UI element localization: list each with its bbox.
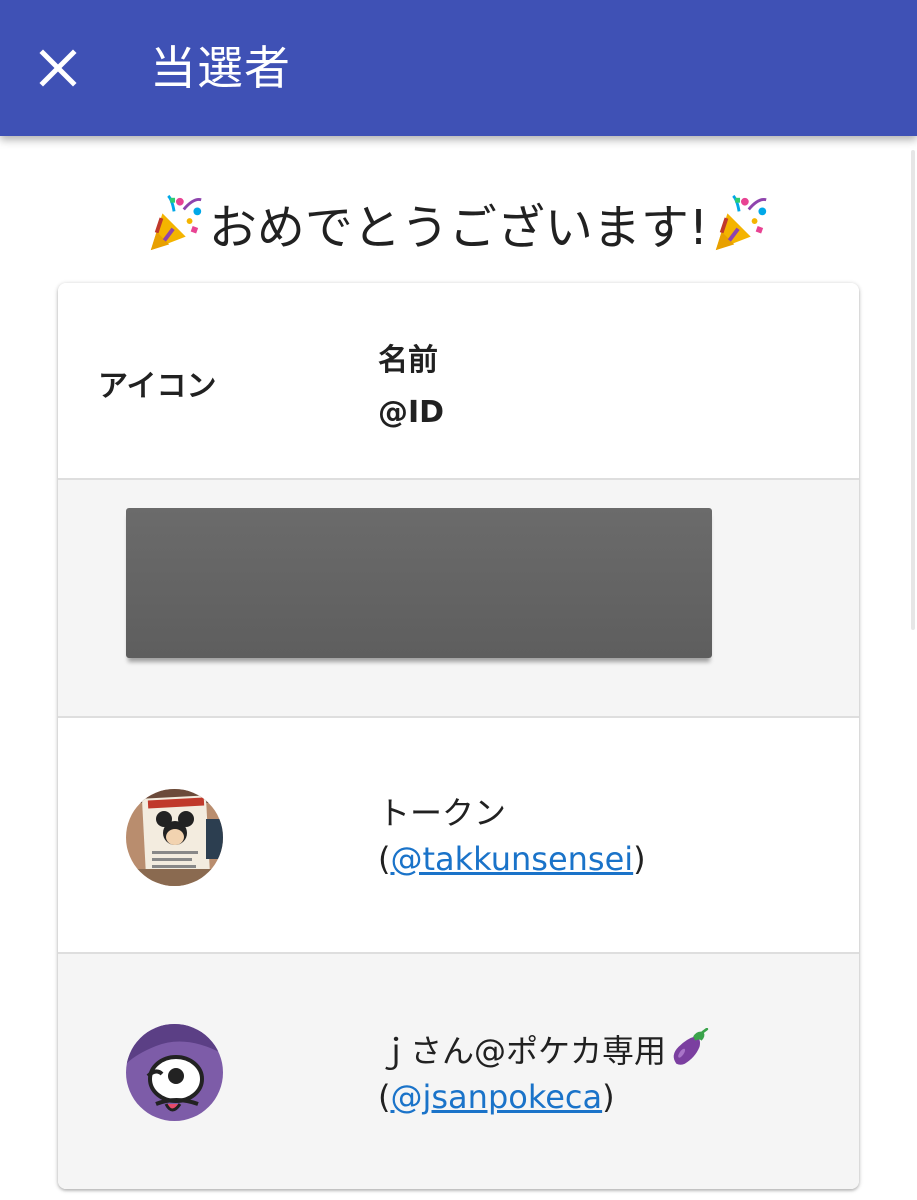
- table-header: アイコン 名前 @ID: [58, 283, 859, 478]
- winner-id: (@jsanpokeca): [378, 1078, 615, 1116]
- page-title: 当選者: [150, 41, 291, 95]
- party-popper-icon: [715, 194, 767, 251]
- avatar: [126, 1024, 223, 1121]
- winner-name: トークン: [378, 794, 507, 832]
- eggplant-icon: [673, 1028, 709, 1065]
- avatar: [126, 789, 223, 886]
- header-id: @ID: [378, 395, 445, 430]
- winner-profile-link[interactable]: @takkunsensei: [390, 840, 633, 878]
- congrats-text: おめでとうございます!: [208, 200, 709, 256]
- redacted-block: [126, 508, 712, 658]
- winner-name: ｊさん@ポケカ専用: [378, 1026, 710, 1072]
- table-row: トークン (@takkunsensei): [58, 716, 859, 952]
- table-row: [58, 478, 859, 716]
- table-row: ｊさん@ポケカ専用 (@jsanpokeca): [58, 952, 859, 1189]
- close-icon: [39, 49, 77, 87]
- winner-id: (@takkunsensei): [378, 840, 646, 878]
- header-name: 名前: [378, 343, 438, 378]
- winner-profile-link[interactable]: @jsanpokeca: [390, 1078, 602, 1116]
- winners-table: アイコン 名前 @ID トークン (@takkunsensei) ｊさん@ポケカ…: [58, 283, 859, 1189]
- close-button[interactable]: [28, 38, 88, 98]
- congrats-heading: おめでとうございます!: [0, 186, 917, 260]
- app-bar: 当選者: [0, 0, 917, 136]
- header-icon: アイコン: [98, 369, 217, 404]
- party-popper-icon: [150, 194, 202, 251]
